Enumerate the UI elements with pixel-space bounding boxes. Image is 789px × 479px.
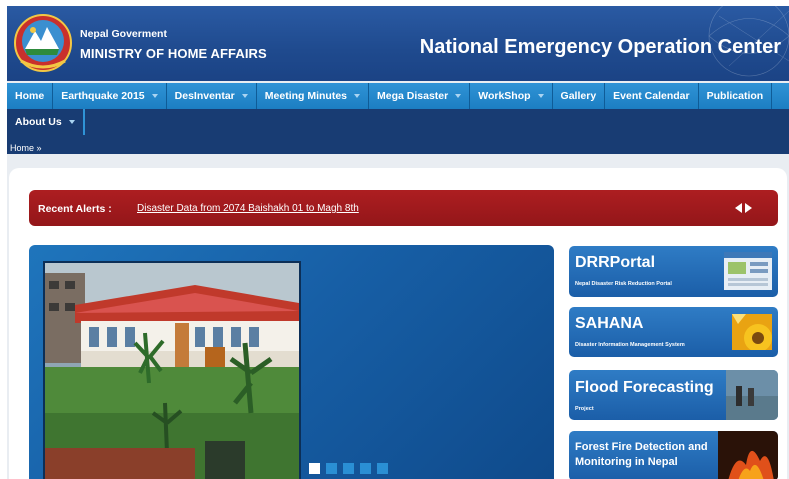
nepal-emblem-logo[interactable] [13,11,73,75]
chevron-down-icon[interactable] [354,94,361,98]
main-navigation: Home Earthquake 2015 DesInventar Meeting Mi… [7,83,789,154]
nav-item-label: Mega Disaster [377,90,449,102]
slider-dot-2[interactable] [326,463,337,474]
drrportal-thumbnail-icon [724,252,772,290]
nav-menu-row-1: Home Earthquake 2015 DesInventar Meeting Mi… [7,83,789,109]
nav-item-label: DesInventar [174,90,235,102]
nav-item-label: Home [15,90,45,102]
slider-dot-3[interactable] [343,463,354,474]
slider-pagination [309,463,394,474]
nav-item-about-us[interactable]: About Us [7,109,85,135]
recent-alerts-bar: Recent Alerts : Disaster Data from 2074 … [29,190,778,226]
flood-forecasting-title: Flood Forecasting [575,379,714,396]
previous-alert-icon[interactable] [735,203,742,213]
recent-alert-link[interactable]: Disaster Data from 2074 Baishakh 01 to M… [137,203,359,214]
nav-item-earthquake-2015[interactable]: Earthquake 2015 [53,83,167,109]
breadcrumb[interactable]: Home » [10,143,42,153]
sahana-card[interactable]: SAHANA Disaster Information Management S… [569,307,778,357]
nav-item-event-calendar[interactable]: Event Calendar [605,83,699,109]
flood-photo-icon [726,370,778,420]
nav-menu-row-2: About Us [7,109,85,135]
nav-item-label: Meeting Minutes [264,90,348,102]
site-header: Nepal Goverment MINISTRY OF HOME AFFAIRS… [7,6,789,81]
slide-photo-building[interactable] [43,261,301,479]
image-slider [29,245,554,479]
nav-item-desinventar[interactable]: DesInventar [167,83,257,109]
nav-item-meeting-minutes[interactable]: Meeting Minutes [257,83,370,109]
chevron-down-icon[interactable] [455,94,462,98]
browser-page: Nepal Goverment MINISTRY OF HOME AFFAIRS… [7,6,789,479]
forest-fire-photo-icon [718,431,778,479]
sunflower-icon [732,314,772,350]
nav-item-label: Gallery [560,90,597,102]
government-name: Nepal Goverment [80,28,167,40]
nav-item-workshop[interactable]: WorkShop [470,83,553,109]
nav-item-mega-disaster[interactable]: Mega Disaster [369,83,471,109]
drrportal-card[interactable]: DRRPortal Nepal Disaster Risk Reduction … [569,246,778,297]
forest-fire-title: Forest Fire Detection and Monitoring in … [575,441,708,468]
chevron-down-icon[interactable] [241,94,248,98]
nav-item-publication[interactable]: Publication [699,83,773,109]
nav-item-label: WorkShop [478,90,531,102]
sahana-subtitle: Disaster Information Management System [575,342,685,348]
flood-forecasting-subtitle: Project [575,406,594,412]
drrportal-title: DRRPortal [575,254,656,271]
nav-item-home[interactable]: Home [7,83,54,109]
nav-item-label: Publication [706,90,764,102]
drrportal-subtitle: Nepal Disaster Risk Reduction Portal [575,281,672,287]
nav-item-label: Earthquake 2015 [61,90,145,102]
recent-alerts-label: Recent Alerts : [38,203,112,215]
chevron-down-icon[interactable] [151,94,158,98]
slider-dot-5[interactable] [377,463,388,474]
slider-dot-1[interactable] [309,463,320,474]
chevron-down-icon[interactable] [68,120,75,124]
nav-item-label: About Us [15,116,62,128]
site-title[interactable]: National Emergency Operation Center [420,36,781,59]
next-alert-icon[interactable] [745,203,752,213]
slider-dot-4[interactable] [360,463,371,474]
chevron-down-icon[interactable] [537,94,544,98]
flood-forecasting-card[interactable]: Flood Forecasting Project [569,370,778,420]
nav-item-gallery[interactable]: Gallery [553,83,606,109]
nav-item-label: Event Calendar [613,90,690,102]
sahana-title: SAHANA [575,315,644,332]
forest-fire-card[interactable]: Forest Fire Detection and Monitoring in … [569,431,778,479]
ministry-name: MINISTRY OF HOME AFFAIRS [80,46,267,61]
